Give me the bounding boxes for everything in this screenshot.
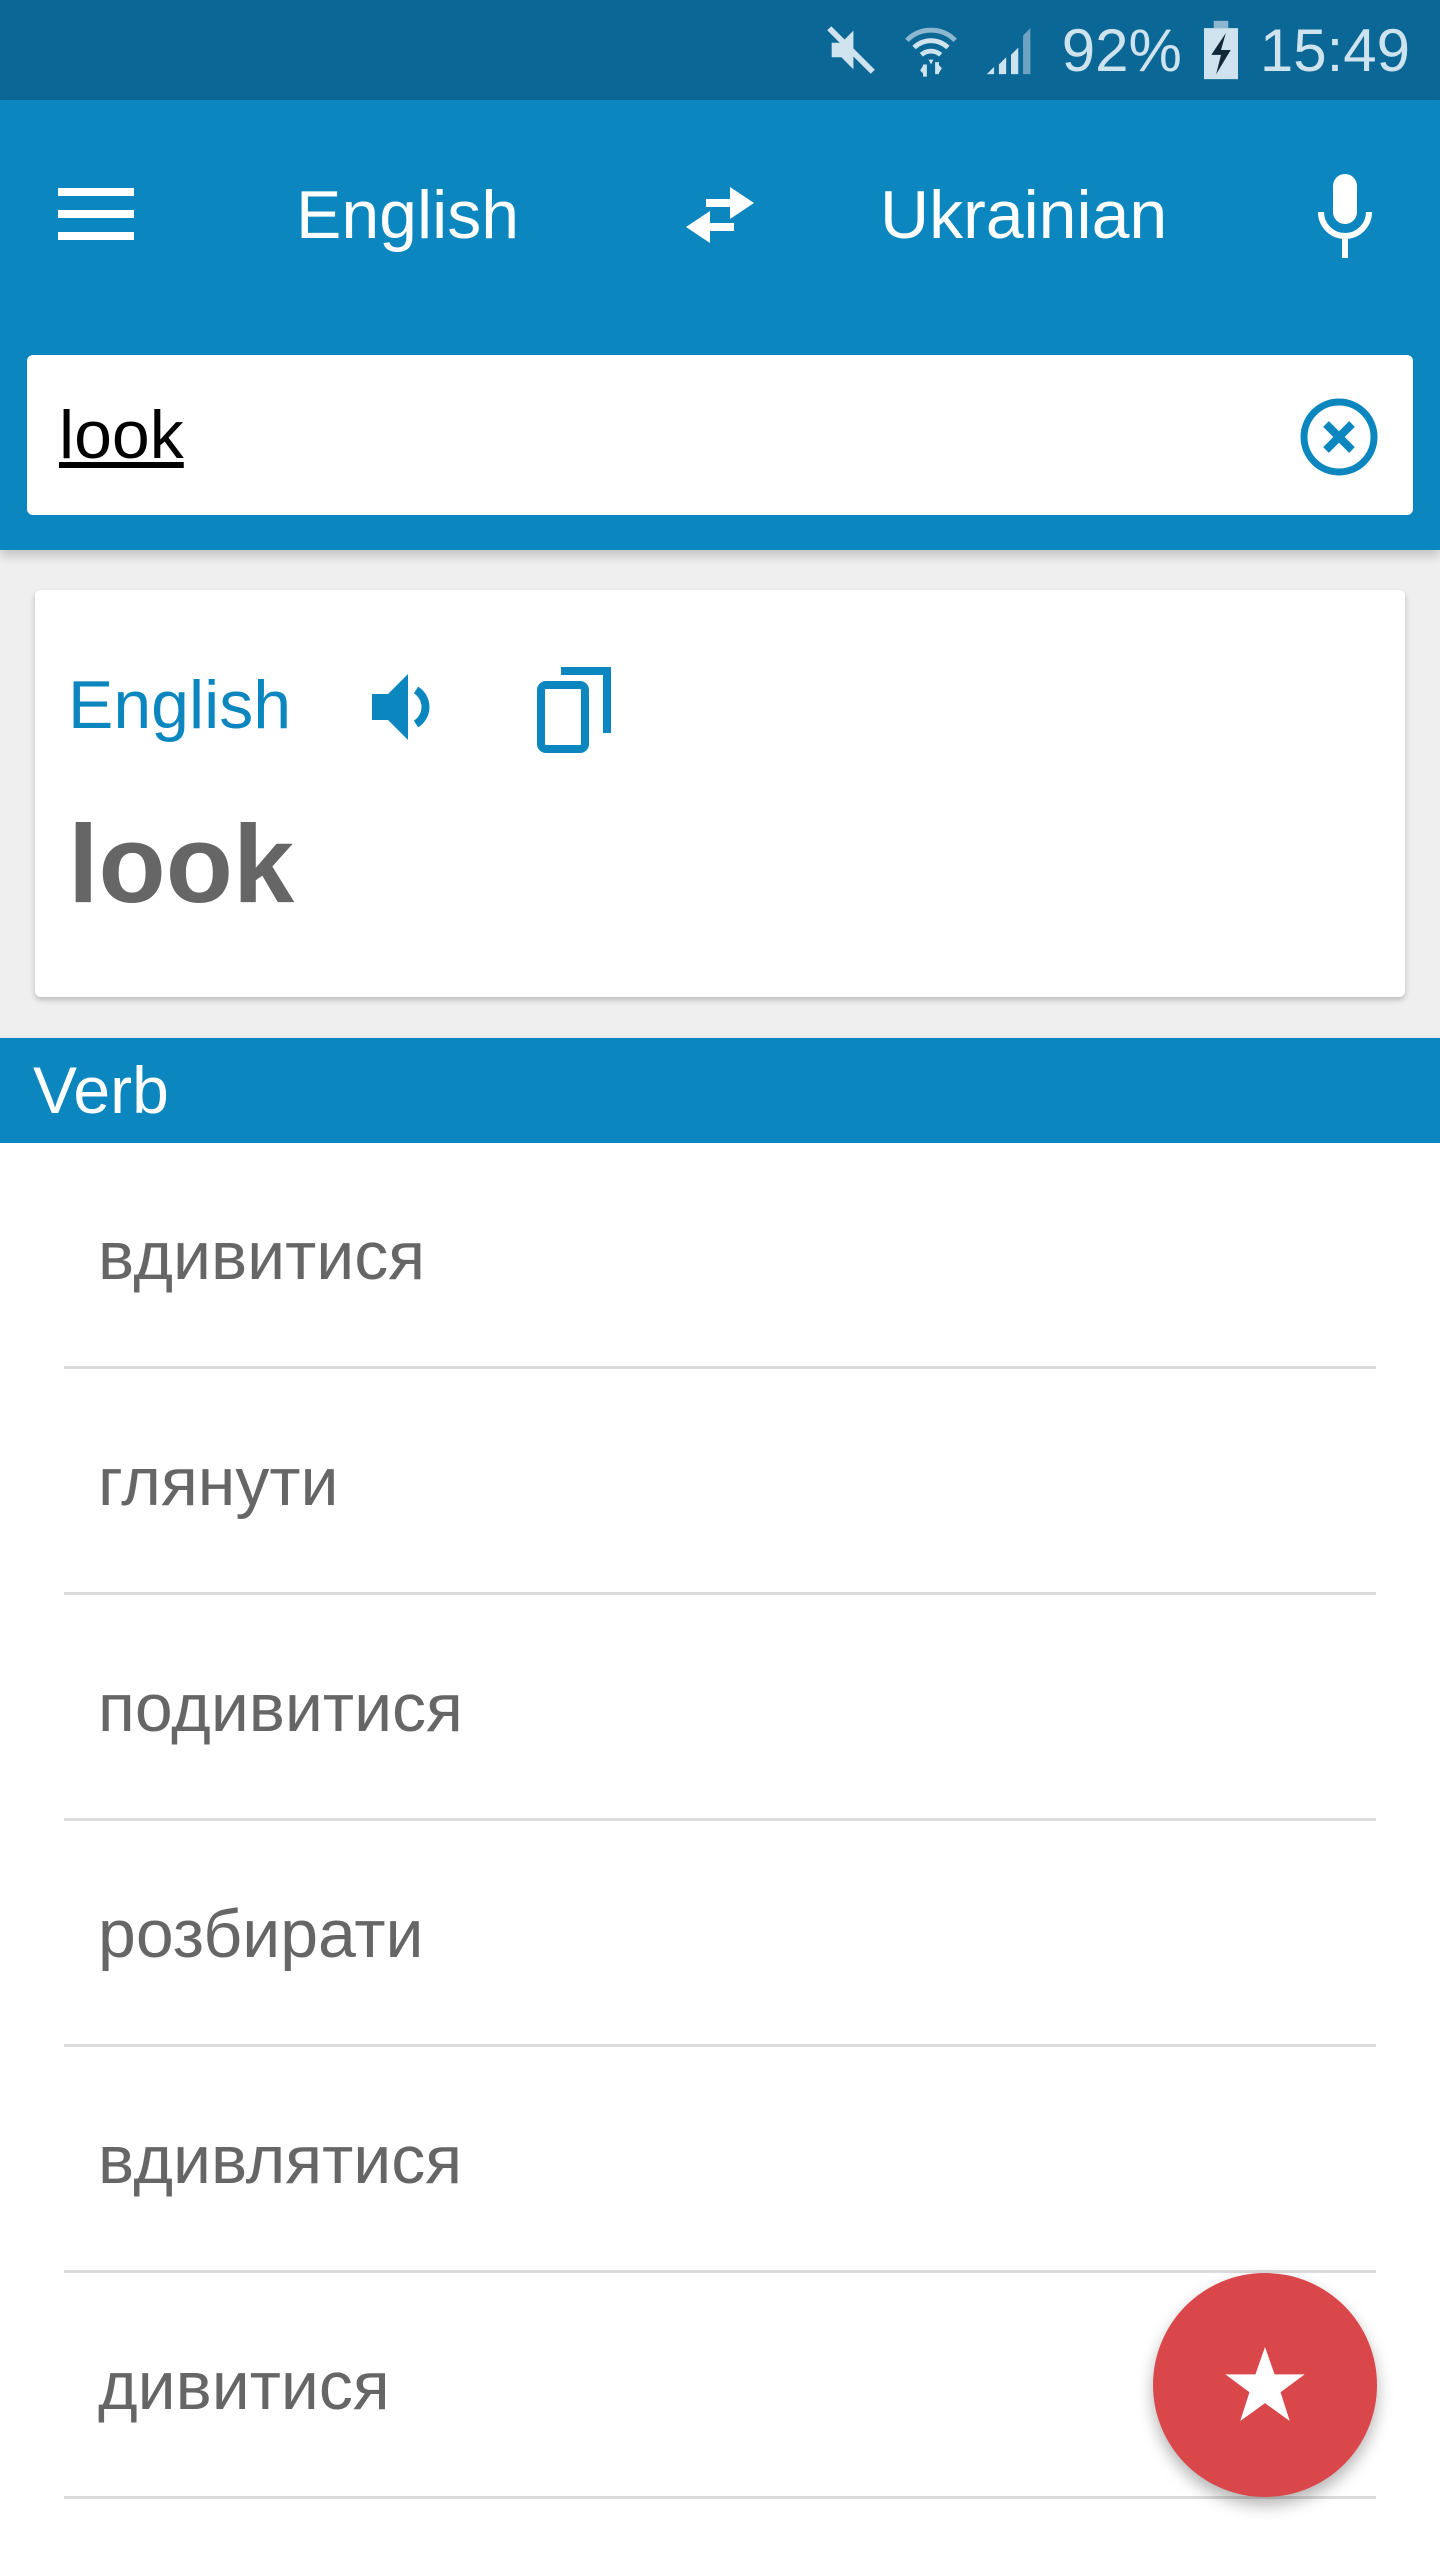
menu-button[interactable] [46,166,146,262]
translation-item[interactable]: глянути [64,1369,1376,1595]
clear-search-button[interactable] [1299,397,1379,477]
battery-percent: 92% [1061,16,1182,84]
microphone-icon [1318,174,1372,258]
status-bar: 92% 15:49 [0,0,1440,100]
translation-text: глянути [98,1444,339,1520]
translation-text: розбирати [98,1896,424,1972]
clear-circle-x-icon [1300,398,1378,476]
translation-text: подивитися [98,1670,463,1746]
translation-text: вдивлятися [98,2122,463,2198]
target-language-selector[interactable]: Ukrainian [880,170,1167,260]
clock: 15:49 [1259,16,1410,84]
translation-item[interactable]: вдивитися [64,1143,1376,1369]
favorite-fab-button[interactable] [1153,2273,1377,2497]
card-language-label: English [68,667,292,743]
speak-button[interactable] [365,662,455,752]
translation-item[interactable]: вдивлятися [64,2047,1376,2273]
search-box [27,355,1413,515]
wifi-icon [902,21,960,79]
source-word: look [68,803,295,926]
part-of-speech-header: Verb [0,1038,1440,1143]
search-input[interactable] [59,390,1259,480]
signal-icon [982,21,1040,79]
speaker-icon [372,674,430,740]
translation-item[interactable]: розбирати [64,1821,1376,2047]
battery-charging-icon [1203,20,1238,80]
swap-arrows-icon [686,187,754,243]
source-language-selector[interactable]: English [296,170,519,260]
source-word-card: English look [35,590,1405,997]
copy-icon [537,667,611,753]
star-icon [1225,2347,1305,2422]
translation-text: дивитися [98,2348,390,2424]
toolbar: English Ukrainian [0,100,1440,550]
voice-input-button[interactable] [1300,166,1390,266]
translation-text: вдивитися [98,1218,426,1294]
mute-icon [822,21,880,79]
translation-item[interactable]: подивитися [64,1595,1376,1821]
part-of-speech-label: Verb [33,1053,169,1127]
swap-languages-button[interactable] [670,170,770,260]
hamburger-menu-icon [58,188,134,240]
copy-button[interactable] [525,658,625,758]
